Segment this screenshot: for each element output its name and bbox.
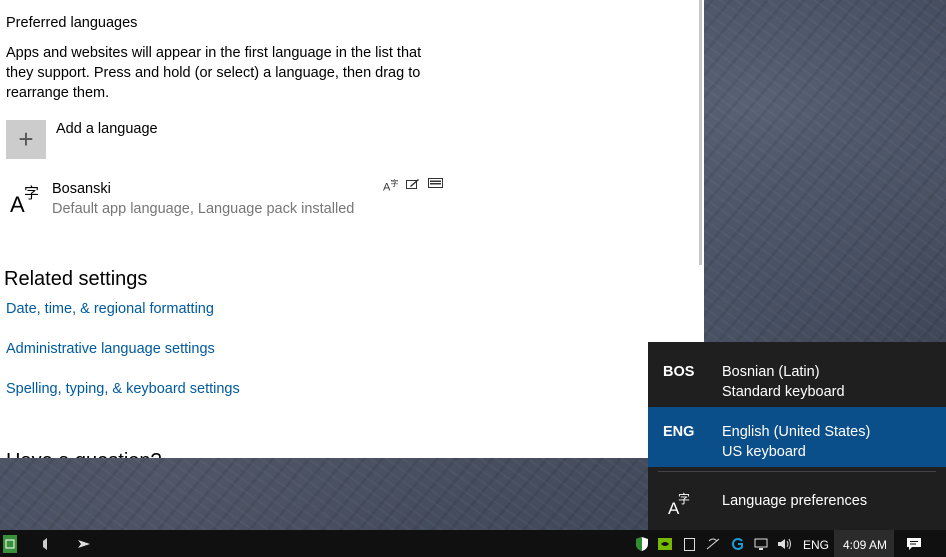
language-code: ENG (663, 424, 695, 440)
date-time-regional-link[interactable]: Date, time, & regional formatting (6, 301, 214, 317)
network-icon[interactable] (753, 535, 771, 553)
add-language-button[interactable]: + (6, 120, 46, 159)
speaker-app-icon[interactable] (38, 535, 54, 553)
language-preferences-link[interactable]: A字 Language preferences (648, 478, 946, 528)
clock-button[interactable]: 4:09 AM (834, 530, 894, 557)
logitech-g-icon[interactable] (729, 535, 747, 553)
spelling-typing-keyboard-link[interactable]: Spelling, typing, & keyboard settings (6, 381, 240, 397)
plus-icon: + (18, 124, 34, 154)
flyout-divider (658, 471, 936, 472)
flyout-item-english[interactable]: ENG English (United States) US keyboard (648, 407, 946, 467)
input-language-flyout: BOS Bosnian (Latin) Standard keyboard EN… (648, 342, 946, 531)
nvidia-icon[interactable] (657, 535, 673, 553)
related-settings-heading: Related settings (4, 268, 148, 290)
input-indicator[interactable]: ENG (803, 538, 829, 552)
language-name[interactable]: Bosanski (52, 181, 111, 197)
airplane-icon[interactable] (75, 535, 93, 553)
language-icon: A字 (10, 185, 40, 217)
volume-icon[interactable] (776, 535, 794, 553)
app-icon[interactable] (3, 535, 17, 553)
text-to-speech-icon: A字 (383, 179, 399, 194)
add-language-label[interactable]: Add a language (56, 121, 158, 137)
language-status: Default app language, Language pack inst… (52, 201, 355, 217)
language-code: BOS (663, 364, 695, 380)
tablet-icon[interactable] (682, 535, 696, 553)
preferred-languages-description: Apps and websites will appear in the fir… (6, 45, 422, 101)
preferred-languages-heading: Preferred languages (6, 15, 138, 31)
action-center-icon[interactable] (904, 535, 924, 553)
language-label: English (United States) (722, 424, 871, 440)
flyout-item-bosnian[interactable]: BOS Bosnian (Latin) Standard keyboard (648, 347, 946, 407)
security-shield-icon[interactable] (634, 535, 650, 553)
language-label: Bosnian (Latin) (722, 364, 820, 380)
language-preferences-label: Language preferences (722, 493, 868, 509)
network-disabled-icon[interactable] (704, 535, 722, 553)
clock-time: 4:09 AM (843, 538, 888, 552)
language-icon: A字 (668, 492, 691, 518)
keyboard-label: Standard keyboard (722, 384, 845, 400)
admin-language-settings-link[interactable]: Administrative language settings (6, 341, 215, 357)
taskbar: ENG (0, 530, 946, 557)
handwriting-icon (406, 178, 420, 193)
settings-window: Preferred languages Apps and websites wi… (0, 0, 704, 458)
keyboard-label: US keyboard (722, 444, 806, 460)
keyboard-icon (428, 178, 443, 191)
question-heading: Have a question? (6, 450, 162, 458)
scrollbar[interactable] (699, 0, 702, 265)
